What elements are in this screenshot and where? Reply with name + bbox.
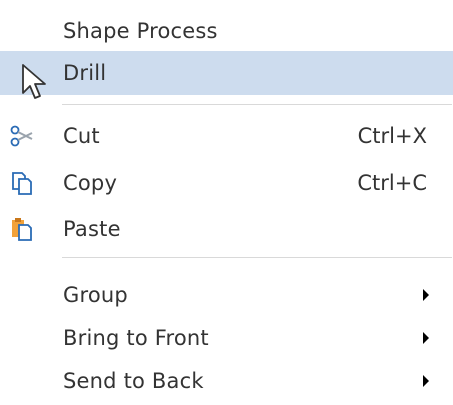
menu-item-label: Paste xyxy=(63,217,121,241)
menu-divider xyxy=(62,257,452,258)
mouse-cursor-icon xyxy=(20,63,50,101)
menu-item-group[interactable]: Group xyxy=(0,273,453,317)
shortcut-label: Ctrl+X xyxy=(357,124,427,148)
menu-item-label: Cut xyxy=(63,124,100,148)
menu-item-drill[interactable]: Drill xyxy=(0,51,453,95)
menu-item-send-to-back[interactable]: Send to Back xyxy=(0,359,453,403)
paste-icon xyxy=(8,215,36,243)
menu-item-bring-to-front[interactable]: Bring to Front xyxy=(0,316,453,360)
context-menu: Shape Process Drill Cut Ctrl+X Copy Ctrl… xyxy=(0,0,453,405)
submenu-arrow-icon xyxy=(423,289,429,301)
menu-item-label: Copy xyxy=(63,171,118,195)
shortcut-label: Ctrl+C xyxy=(357,171,427,195)
menu-item-label: Group xyxy=(63,283,128,307)
copy-icon xyxy=(8,169,36,197)
menu-item-copy[interactable]: Copy Ctrl+C xyxy=(0,161,453,205)
submenu-arrow-icon xyxy=(423,332,429,344)
menu-item-shape-process[interactable]: Shape Process xyxy=(0,9,453,53)
menu-item-label: Shape Process xyxy=(63,19,218,43)
menu-divider xyxy=(62,104,452,105)
scissors-icon xyxy=(8,122,36,150)
menu-item-label: Bring to Front xyxy=(63,326,209,350)
menu-item-paste[interactable]: Paste xyxy=(0,207,453,251)
menu-item-cut[interactable]: Cut Ctrl+X xyxy=(0,114,453,158)
menu-item-label: Drill xyxy=(63,61,107,85)
menu-item-label: Send to Back xyxy=(63,369,204,393)
submenu-arrow-icon xyxy=(423,375,429,387)
